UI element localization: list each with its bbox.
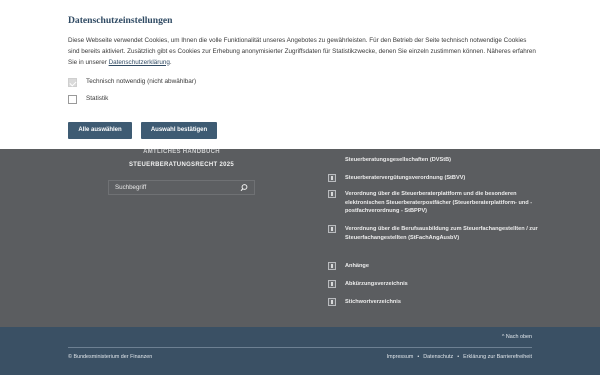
impressum-link[interactable]: Impressum <box>387 354 414 360</box>
datenschutz-link[interactable]: Datenschutz <box>423 354 453 360</box>
statistics-label[interactable]: Statistik <box>86 95 108 102</box>
list-icon <box>328 298 336 306</box>
dialog-description: Diese Webseite verwendet Cookies, um Ihn… <box>68 37 536 66</box>
document-icon <box>328 190 336 198</box>
handbook-title-line1: AMTLICHES HANDBUCH <box>143 149 220 155</box>
footer-divider <box>68 347 532 348</box>
privacy-policy-link[interactable]: Datenschutzerklärung <box>109 59 170 66</box>
copyright: © Bundesministerium der Finanzen <box>68 354 153 360</box>
technical-label: Technisch notwendig (nicht abwählbar) <box>86 78 197 85</box>
toc-item-label: Abkürzungsverzeichnis <box>345 281 408 287</box>
handbook-title-line2: STEUERBERATUNGSRECHT 2025 <box>128 162 235 168</box>
cookie-consent-dialog: Datenschutzeinstellungen Diese Webseite … <box>0 0 600 149</box>
toc-item-label: Anhänge <box>345 263 369 269</box>
document-icon <box>328 174 336 182</box>
footer: ^ Nach oben © Bundesministerium der Fina… <box>0 327 600 375</box>
document-icon <box>328 225 336 233</box>
toc-item-label: Steuerberatungsgesellschaften (DVStB) <box>345 157 451 163</box>
footer-links: Impressum • Datenschutz • Erklärung zur Barr… <box>386 354 532 360</box>
search-placeholder: Suchbegriff <box>115 184 147 191</box>
select-all-button[interactable]: Alle auswählen <box>68 122 132 139</box>
barrierefreiheit-link[interactable]: Erklärung zur Barrierefreiheit <box>463 354 532 360</box>
dialog-title: Datenschutzeinstellungen <box>68 15 173 26</box>
page-content: AMTLICHES HANDBUCH STEUERBERATUNGSRECHT … <box>0 143 600 327</box>
toc-item-label: Stichwortverzeichnis <box>345 299 401 305</box>
list-icon <box>328 280 336 288</box>
search-input[interactable]: Suchbegriff <box>108 180 255 195</box>
back-to-top-link[interactable]: ^ Nach oben <box>502 334 532 340</box>
technical-checkbox <box>68 78 77 87</box>
search-icon[interactable] <box>239 183 249 193</box>
toc-item-label: Verordnung über die Berufsausbildung zum… <box>345 226 538 241</box>
list-icon <box>328 262 336 270</box>
statistics-checkbox[interactable] <box>68 95 77 104</box>
confirm-selection-button[interactable]: Auswahl bestätigen <box>141 122 217 139</box>
toc-item-label: Steuerberatervergütungsverordnung (StBVV… <box>345 175 466 181</box>
toc-item-label: Verordnung über die Steuerberaterplattfo… <box>345 191 533 215</box>
